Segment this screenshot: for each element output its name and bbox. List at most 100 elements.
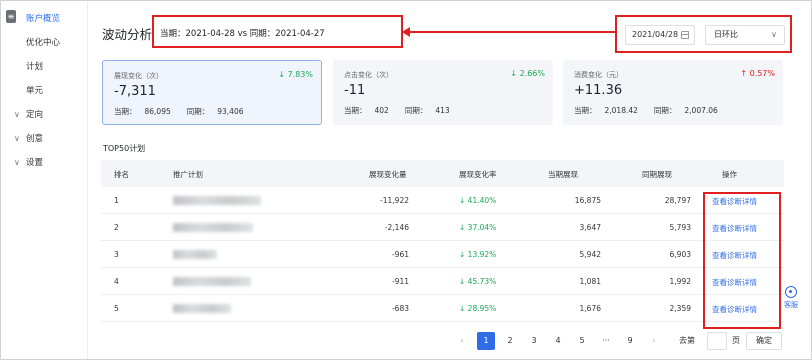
plan-name-blurred xyxy=(173,250,217,259)
card-change: ↓ 7.83% xyxy=(278,70,313,79)
card-sub: 当期： 402 同期： 413 xyxy=(344,105,458,116)
rank-cell: 3 xyxy=(114,250,119,259)
prev-label: 同期： xyxy=(653,106,677,115)
delta-cell: -683 xyxy=(391,304,409,313)
sidebar: ≡ 账户概览 优化中心 计划 单元 ∨ 定向 ∨ 创意 ∨ 设置 xyxy=(2,2,88,359)
page-button[interactable]: 5 xyxy=(573,332,591,350)
rank-cell: 5 xyxy=(114,304,119,313)
card-change: ↓ 2.66% xyxy=(510,69,545,78)
table-row: 2 -2,146 ↓ 37.04% 3,647 5,793 查看诊断详情 xyxy=(101,214,784,241)
sidebar-item-targeting[interactable]: ∨ 定向 xyxy=(2,104,88,126)
th-plan: 推广计划 xyxy=(173,170,203,179)
current-label: 当期： xyxy=(114,107,137,116)
card-value: -7,311 xyxy=(114,84,156,99)
compare-select[interactable]: 日环比 ∨ xyxy=(705,25,785,45)
chevron-down-icon: ∨ xyxy=(771,30,777,39)
click-change-card[interactable]: 点击变化（次） ↓ 2.66% -11 当期： 402 同期： 413 xyxy=(333,60,553,125)
rate-cell: ↓ 45.73% xyxy=(459,277,497,286)
current-label: 当期： xyxy=(344,106,367,115)
card-label: 消费变化（元） xyxy=(574,71,623,79)
plan-name-blurred xyxy=(173,223,253,232)
rate-cell: ↓ 13.92% xyxy=(459,250,497,259)
delta-cell: -911 xyxy=(391,277,409,286)
delta-cell: -2,146 xyxy=(384,223,409,232)
chevron-down-icon: ∨ xyxy=(14,158,20,167)
customer-service-widget[interactable]: 客服 xyxy=(779,284,803,320)
prev-cell: 6,903 xyxy=(669,250,691,259)
page-button[interactable]: 3 xyxy=(525,332,543,350)
table-row: 4 -911 ↓ 45.73% 1,081 1,992 查看诊断详情 xyxy=(101,268,784,295)
compare-select-value: 日环比 xyxy=(714,30,738,39)
rate-cell: ↓ 37.04% xyxy=(459,223,497,232)
th-prev: 同期展现 xyxy=(642,170,672,179)
sidebar-item-label: 计划 xyxy=(26,62,44,72)
current-value: 402 xyxy=(374,106,389,115)
th-action: 操作 xyxy=(722,170,737,179)
card-label: 展现变化（次） xyxy=(114,72,163,80)
prev-cell: 1,992 xyxy=(669,277,691,286)
sidebar-item-creative[interactable]: ∨ 创意 xyxy=(2,128,88,150)
rank-cell: 4 xyxy=(114,277,119,286)
confirm-button[interactable]: 确定 xyxy=(746,332,782,350)
current-cell: 1,081 xyxy=(579,277,601,286)
page-button[interactable]: 4 xyxy=(549,332,567,350)
prev-cell: 2,359 xyxy=(669,304,691,313)
sidebar-item-optimization[interactable]: 优化中心 xyxy=(2,32,88,54)
sidebar-item-settings[interactable]: ∨ 设置 xyxy=(2,152,88,174)
card-sub: 当期： 86,095 同期： 93,406 xyxy=(114,106,252,117)
plan-name-blurred xyxy=(173,196,261,205)
prev-page-button[interactable]: ‹ xyxy=(453,332,471,350)
th-current: 当期展现 xyxy=(548,170,578,179)
annotation-arrow-head xyxy=(402,27,410,37)
current-cell: 1,676 xyxy=(579,304,601,313)
table-header: 排名 推广计划 展现变化量 展现变化率 当期展现 同期展现 操作 xyxy=(101,160,784,187)
rate-cell: ↓ 41.40% xyxy=(459,196,497,205)
table-row: 1 -11,922 ↓ 41.40% 16,875 28,797 查看诊断详情 xyxy=(101,187,784,214)
current-value: 86,095 xyxy=(144,107,171,116)
sidebar-item-unit[interactable]: 单元 xyxy=(2,80,88,102)
annotation-arrow-line xyxy=(405,31,617,33)
main-content: 波动分析 当期：2021-04-28 vs 同期：2021-04-27 2021… xyxy=(89,2,811,359)
page-title: 波动分析 xyxy=(102,27,153,42)
page-button[interactable]: 1 xyxy=(477,332,495,350)
goto-page-input[interactable] xyxy=(707,332,727,350)
th-rate: 展现变化率 xyxy=(459,170,497,179)
cost-change-card[interactable]: 消费变化（元） ↑ 0.57% +11.36 当期： 2,018.42 同期： 2,0… xyxy=(563,60,783,125)
chevron-down-icon: ∨ xyxy=(14,134,20,143)
delta-cell: -961 xyxy=(391,250,409,259)
sidebar-item-account-overview[interactable]: 账户概览 xyxy=(2,8,88,30)
page-button[interactable]: 9 xyxy=(621,332,639,350)
period-highlight-box: 当期：2021-04-28 vs 同期：2021-04-27 xyxy=(152,15,403,48)
sidebar-item-label: 单元 xyxy=(26,86,44,96)
th-rank: 排名 xyxy=(114,170,129,179)
impression-change-card[interactable]: 展现变化（次） ↓ 7.83% -7,311 当期： 86,095 同期： 93,40… xyxy=(102,60,322,125)
plan-name-blurred xyxy=(173,277,251,286)
sidebar-item-label: 创意 xyxy=(26,134,44,144)
sidebar-item-label: 账户概览 xyxy=(26,14,61,24)
app-window: ≡ 账户概览 优化中心 计划 单元 ∨ 定向 ∨ 创意 ∨ 设置 波动分析 当期：20… xyxy=(0,0,812,360)
delta-cell: -11,922 xyxy=(380,196,409,205)
th-delta: 展现变化量 xyxy=(369,170,407,179)
card-change: ↑ 0.57% xyxy=(740,69,775,78)
next-page-button[interactable]: › xyxy=(645,332,663,350)
rank-cell: 2 xyxy=(114,223,119,232)
page-button[interactable]: 2 xyxy=(501,332,519,350)
sidebar-item-plan[interactable]: 计划 xyxy=(2,56,88,78)
prev-value: 93,406 xyxy=(217,107,244,116)
period-text: 当期：2021-04-28 vs 同期：2021-04-27 xyxy=(160,29,325,39)
current-cell: 5,942 xyxy=(579,250,601,259)
prev-cell: 5,793 xyxy=(669,223,691,232)
rank-cell: 1 xyxy=(114,196,119,205)
current-cell: 3,647 xyxy=(579,223,601,232)
action-column-highlight-box xyxy=(703,192,781,329)
prev-value: 2,007.06 xyxy=(684,106,718,115)
card-value: +11.36 xyxy=(574,83,623,98)
card-sub: 当期： 2,018.42 同期： 2,007.06 xyxy=(574,105,726,116)
page-ellipsis[interactable]: ··· xyxy=(597,332,615,350)
controls-highlight-box: 2021/04/28 日环比 ∨ xyxy=(615,15,792,53)
current-label: 当期： xyxy=(574,106,597,115)
date-picker[interactable]: 2021/04/28 xyxy=(625,25,695,45)
current-cell: 16,875 xyxy=(574,196,601,205)
current-value: 2,018.42 xyxy=(604,106,638,115)
card-label: 点击变化（次） xyxy=(344,71,393,79)
